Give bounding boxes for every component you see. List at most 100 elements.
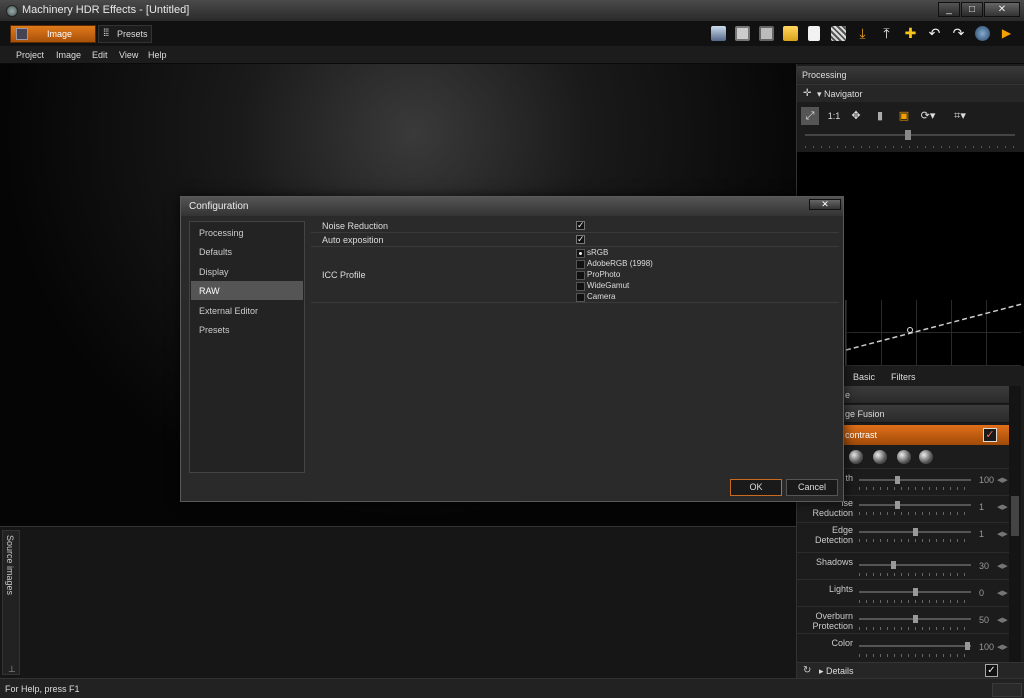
- auto-exposition-checkbox[interactable]: ✓: [576, 235, 585, 244]
- image-mode-tab[interactable]: Image: [10, 25, 96, 43]
- param-knob[interactable]: [913, 615, 918, 623]
- dialog-close-button[interactable]: ✕: [809, 199, 841, 210]
- param-knob[interactable]: [895, 501, 900, 509]
- icc-profile-label: ICC Profile: [322, 270, 366, 280]
- param-value: 100: [979, 475, 995, 485]
- scrollbar-thumb[interactable]: [1011, 496, 1019, 536]
- tone-curve[interactable]: [845, 300, 1022, 366]
- param-value: 1: [979, 502, 985, 512]
- upload-icon[interactable]: ⤒: [877, 24, 896, 43]
- param-label: Color: [831, 638, 853, 648]
- source-images-panel: [0, 526, 796, 678]
- redo-icon[interactable]: ↷: [949, 24, 968, 43]
- category-raw[interactable]: RAW: [191, 281, 303, 300]
- processing-scrollbar[interactable]: [1009, 386, 1021, 662]
- menu-bar: Project Image Edit View Help: [0, 46, 1024, 64]
- details-section[interactable]: ↻ ▸ Details ✓: [797, 662, 1024, 678]
- menu-help[interactable]: Help: [148, 50, 167, 60]
- preset-ball-1[interactable]: [849, 450, 863, 464]
- param-knob[interactable]: [891, 561, 896, 569]
- dialog-title: Configuration: [189, 201, 249, 212]
- frame-icon[interactable]: ▣: [895, 107, 913, 125]
- tab-filters[interactable]: Filters: [891, 372, 916, 382]
- image-icon: [16, 28, 28, 40]
- open-folder-icon[interactable]: [781, 24, 800, 43]
- tab-basic[interactable]: Basic: [853, 372, 875, 382]
- new-file-icon[interactable]: [805, 24, 824, 43]
- category-defaults[interactable]: Defaults: [191, 242, 303, 261]
- navigator-header[interactable]: ✛ ▾ Navigator: [797, 84, 1024, 102]
- status-bar: For Help, press F1: [0, 678, 1024, 698]
- row-auto-exposition: Auto exposition ✓: [311, 233, 839, 247]
- grid-icon: ⁞⁞⁞: [103, 28, 109, 39]
- reset-icon[interactable]: ↻: [803, 665, 811, 676]
- ok-button[interactable]: OK: [730, 479, 782, 496]
- main-toolbar: ⤓ ⤒ ✚ ↶ ↷ ▶: [709, 24, 1016, 43]
- split-view-icon[interactable]: ▮: [871, 107, 889, 125]
- param-label: Edge Detection: [814, 525, 853, 545]
- stepper-arrows-icon[interactable]: ◀▶: [997, 643, 1008, 651]
- picture-icon[interactable]: [709, 24, 728, 43]
- menu-image[interactable]: Image: [56, 50, 81, 60]
- zoom-slider[interactable]: [805, 130, 1015, 140]
- preset-ball-3[interactable]: [897, 450, 911, 464]
- crop-icon[interactable]: ⌗▾: [951, 107, 969, 125]
- param-knob[interactable]: [913, 588, 918, 596]
- preset-ball-4[interactable]: [919, 450, 933, 464]
- param-edge-detection: Edge Detection 1 ◀▶: [797, 522, 1009, 549]
- save-as-icon[interactable]: [757, 24, 776, 43]
- title-bar: Machinery HDR Effects - [Untitled] _ □ ✕: [0, 0, 1024, 22]
- category-processing[interactable]: Processing: [191, 223, 303, 242]
- menu-view[interactable]: View: [119, 50, 138, 60]
- pattern-icon[interactable]: [829, 24, 848, 43]
- curve-line: [846, 303, 1022, 351]
- rotate-icon[interactable]: ⟳▾: [919, 107, 937, 125]
- undo-icon[interactable]: ↶: [925, 24, 944, 43]
- minimize-button[interactable]: _: [938, 2, 960, 17]
- download-icon[interactable]: ⤓: [853, 24, 872, 43]
- close-button[interactable]: ✕: [984, 2, 1020, 17]
- category-external-editor[interactable]: External Editor: [191, 301, 303, 320]
- stepper-arrows-icon[interactable]: ◀▶: [997, 616, 1008, 624]
- stepper-arrows-icon[interactable]: ◀▶: [997, 562, 1008, 570]
- save-icon[interactable]: [733, 24, 752, 43]
- zoom-1-1-button[interactable]: 1:1: [825, 107, 843, 125]
- fit-icon[interactable]: ⤢: [801, 107, 819, 125]
- pin-icon[interactable]: ⊥: [8, 664, 16, 675]
- category-display[interactable]: Display: [191, 262, 303, 281]
- param-knob[interactable]: [913, 528, 918, 536]
- param-knob[interactable]: [965, 642, 970, 650]
- maximize-button[interactable]: □: [961, 2, 983, 17]
- menu-edit[interactable]: Edit: [92, 50, 108, 60]
- presets-mode-tab[interactable]: ⁞⁞⁞ Presets: [98, 25, 152, 43]
- stepper-arrows-icon[interactable]: ◀▶: [997, 530, 1008, 538]
- stepper-arrows-icon[interactable]: ◀▶: [997, 589, 1008, 597]
- noise-reduction-checkbox[interactable]: ✓: [576, 221, 585, 230]
- resize-grip[interactable]: [992, 683, 1022, 697]
- category-presets[interactable]: Presets: [191, 320, 303, 339]
- stepper-arrows-icon[interactable]: ◀▶: [997, 503, 1008, 511]
- add-icon[interactable]: ✚: [901, 24, 920, 43]
- app-logo-icon: [6, 5, 18, 17]
- details-enable-checkbox[interactable]: ✓: [985, 664, 998, 677]
- param-knob[interactable]: [895, 476, 900, 484]
- stepper-arrows-icon[interactable]: ◀▶: [997, 476, 1008, 484]
- contrast-enable-checkbox[interactable]: ✓: [983, 428, 997, 442]
- menu-project[interactable]: Project: [16, 50, 44, 60]
- row-noise-reduction: Noise Reduction ✓: [311, 219, 839, 233]
- zoom-slider-knob[interactable]: [905, 130, 911, 140]
- crosshair-icon: ✛: [803, 88, 812, 99]
- image-mode-label: Image: [47, 29, 73, 39]
- preset-ball-2[interactable]: [873, 450, 887, 464]
- param-shadows: Shadows 30 ◀▶: [797, 552, 1009, 579]
- refresh-icon[interactable]: [973, 24, 992, 43]
- source-images-tab[interactable]: Source images: [2, 530, 20, 675]
- param-label: Shadows: [815, 557, 853, 567]
- auto-exposition-label: Auto exposition: [322, 235, 384, 245]
- play-icon[interactable]: ▶: [997, 24, 1016, 43]
- presets-mode-label: Presets: [117, 29, 148, 39]
- cancel-button[interactable]: Cancel: [786, 479, 838, 496]
- row-icc-profile: ICC Profile sRGB AdobeRGB (1998) ProPhot…: [311, 247, 839, 303]
- param-value: 100: [979, 642, 995, 652]
- move-icon[interactable]: ✥: [847, 107, 865, 125]
